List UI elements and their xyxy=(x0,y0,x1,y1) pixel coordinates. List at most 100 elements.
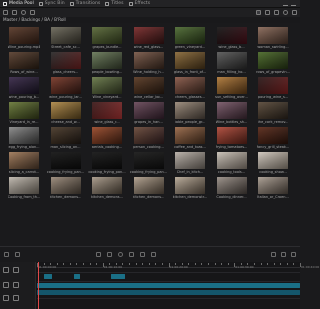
media-clip[interactable]: people_bowling... xyxy=(88,52,126,76)
clip-thumbnail[interactable] xyxy=(258,152,288,169)
clip-thumbnail[interactable] xyxy=(9,27,39,44)
clip-thumbnail[interactable] xyxy=(50,102,81,119)
media-clip[interactable]: Wine_pouring.mp4 xyxy=(5,27,43,51)
sort-icon[interactable] xyxy=(274,10,279,15)
playhead[interactable] xyxy=(38,262,39,309)
snap-icon[interactable] xyxy=(118,252,123,257)
clip-thumbnail[interactable] xyxy=(175,102,205,119)
media-clip[interactable]: wine_red_glass... xyxy=(130,27,168,51)
clip-thumbnail[interactable] xyxy=(50,52,81,69)
media-clip[interactable]: Wine_holding_h... xyxy=(130,52,168,76)
clip-thumbnail[interactable] xyxy=(258,27,288,44)
clip-thumbnail[interactable] xyxy=(216,77,247,94)
selection-tool-icon[interactable] xyxy=(3,267,9,273)
timeline-clip[interactable] xyxy=(37,283,300,288)
clip-thumbnail[interactable] xyxy=(92,177,122,194)
text-tool-icon[interactable] xyxy=(13,267,19,273)
blade-tool-icon[interactable] xyxy=(96,252,101,257)
lock-track-icon[interactable] xyxy=(3,282,9,288)
audio-track-icon[interactable] xyxy=(13,295,19,301)
clip-thumbnail[interactable] xyxy=(258,102,288,119)
media-clip[interactable]: person_cooking... xyxy=(130,127,168,151)
clip-thumbnail[interactable] xyxy=(133,127,164,144)
media-clip[interactable]: Italian_or_Croen... xyxy=(254,177,292,201)
clip-thumbnail[interactable] xyxy=(50,27,81,44)
edit-mode-icon[interactable] xyxy=(15,252,20,257)
clip-thumbnail[interactable] xyxy=(175,177,205,194)
media-clip[interactable]: cooking_frying_pan... xyxy=(47,152,85,176)
timeline-clip[interactable] xyxy=(37,290,300,295)
media-clip[interactable]: glass_in_front_of... xyxy=(171,52,209,76)
clip-thumbnail[interactable] xyxy=(9,127,39,144)
clip-thumbnail[interactable] xyxy=(9,52,39,69)
media-clip[interactable]: woman_swirling... xyxy=(254,27,292,51)
media-clip[interactable]: rows_of_grapevin... xyxy=(254,52,292,76)
media-clip[interactable]: wine_pouring_lar... xyxy=(47,77,85,101)
media-clip[interactable]: green_vineyard... xyxy=(171,27,209,51)
audio-track-2[interactable] xyxy=(37,290,300,295)
media-clip[interactable]: aerials_cooking... xyxy=(88,127,126,151)
clip-thumbnail[interactable] xyxy=(258,177,288,194)
clip-thumbnail[interactable] xyxy=(133,102,164,119)
clip-thumbnail[interactable] xyxy=(9,177,39,194)
media-clip[interactable]: Street_cafe_sc... xyxy=(47,27,85,51)
video-track[interactable] xyxy=(37,274,300,279)
media-clip[interactable]: slicing_a_carrot... xyxy=(5,152,43,176)
clip-thumbnail[interactable] xyxy=(92,52,122,69)
tab-media-pool[interactable]: Media Pool xyxy=(3,1,34,6)
solo-track-icon[interactable] xyxy=(13,282,19,288)
media-clip[interactable]: grapes_bundle... xyxy=(88,27,126,51)
clip-thumbnail[interactable] xyxy=(92,102,122,119)
trim-tool-icon[interactable] xyxy=(107,252,112,257)
clip-thumbnail[interactable] xyxy=(216,52,247,69)
clip-thumbnail[interactable] xyxy=(92,77,122,94)
clip-thumbnail[interactable] xyxy=(216,27,247,44)
clip-thumbnail[interactable] xyxy=(216,127,247,144)
clip-thumbnail[interactable] xyxy=(92,27,122,44)
media-clip[interactable]: kitchen_demons... xyxy=(47,177,85,201)
expand-icon[interactable] xyxy=(291,2,296,6)
media-clip[interactable]: Chef_in_kitch... xyxy=(171,152,209,176)
clip-thumbnail[interactable] xyxy=(216,102,247,119)
media-clip[interactable]: kitchen_demonstr... xyxy=(171,177,209,201)
clip-thumbnail[interactable] xyxy=(175,127,205,144)
clip-thumbnail[interactable] xyxy=(258,127,288,144)
media-clip[interactable]: the_cork_remov... xyxy=(254,102,292,126)
media-clip[interactable]: sun_setting_over... xyxy=(213,77,251,101)
media-clip[interactable]: cooking_tools... xyxy=(213,152,251,176)
clip-thumbnail[interactable] xyxy=(133,152,164,169)
media-clip[interactable]: fancy_grill_steak... xyxy=(254,127,292,151)
timeline-clip[interactable] xyxy=(111,274,125,279)
audio-track-1[interactable] xyxy=(37,283,300,288)
timeline-clip[interactable] xyxy=(74,274,80,279)
media-clip[interactable]: Vineyard_in_re... xyxy=(5,102,43,126)
clip-thumbnail[interactable] xyxy=(216,152,247,169)
clip-thumbnail[interactable] xyxy=(92,127,122,144)
clip-thumbnail[interactable] xyxy=(50,77,81,94)
back-icon[interactable] xyxy=(3,10,8,15)
clip-thumbnail[interactable] xyxy=(258,77,288,94)
more-options-icon[interactable] xyxy=(292,10,297,15)
clip-thumbnail[interactable] xyxy=(50,177,81,194)
timeline-clip[interactable] xyxy=(44,274,52,279)
media-clip[interactable]: wine_cellar_bo... xyxy=(130,77,168,101)
media-clip[interactable]: Wine_vineyard... xyxy=(88,77,126,101)
tab-effects[interactable]: Effects xyxy=(128,1,150,6)
clip-thumbnail[interactable] xyxy=(133,52,164,69)
tab-sync-bin[interactable]: Sync Bin xyxy=(38,1,65,6)
list-view-icon[interactable] xyxy=(265,10,270,15)
media-clip[interactable]: coffee_and_toas... xyxy=(171,127,209,151)
media-clip[interactable]: table_people_gr... xyxy=(171,102,209,126)
media-clip[interactable]: cheese_and_w... xyxy=(47,102,85,126)
tab-transitions[interactable]: Transitions xyxy=(69,1,100,6)
zoom-out-icon[interactable] xyxy=(271,252,276,257)
flag-icon[interactable] xyxy=(151,252,156,257)
media-clip[interactable]: egg_frying_alon... xyxy=(5,127,43,151)
media-clip[interactable]: wine_glass_b... xyxy=(213,27,251,51)
media-clip[interactable]: kitchen_demons... xyxy=(88,177,126,201)
timeline-ruler[interactable]: 01:00:00:00 01:00:10:00 01:00:20:00 01:00:3… xyxy=(37,263,319,269)
clip-thumbnail[interactable] xyxy=(258,52,288,69)
clip-thumbnail[interactable] xyxy=(133,27,164,44)
media-clip[interactable]: glass_cheers... xyxy=(47,52,85,76)
media-clip[interactable]: cheers_glasses... xyxy=(171,77,209,101)
